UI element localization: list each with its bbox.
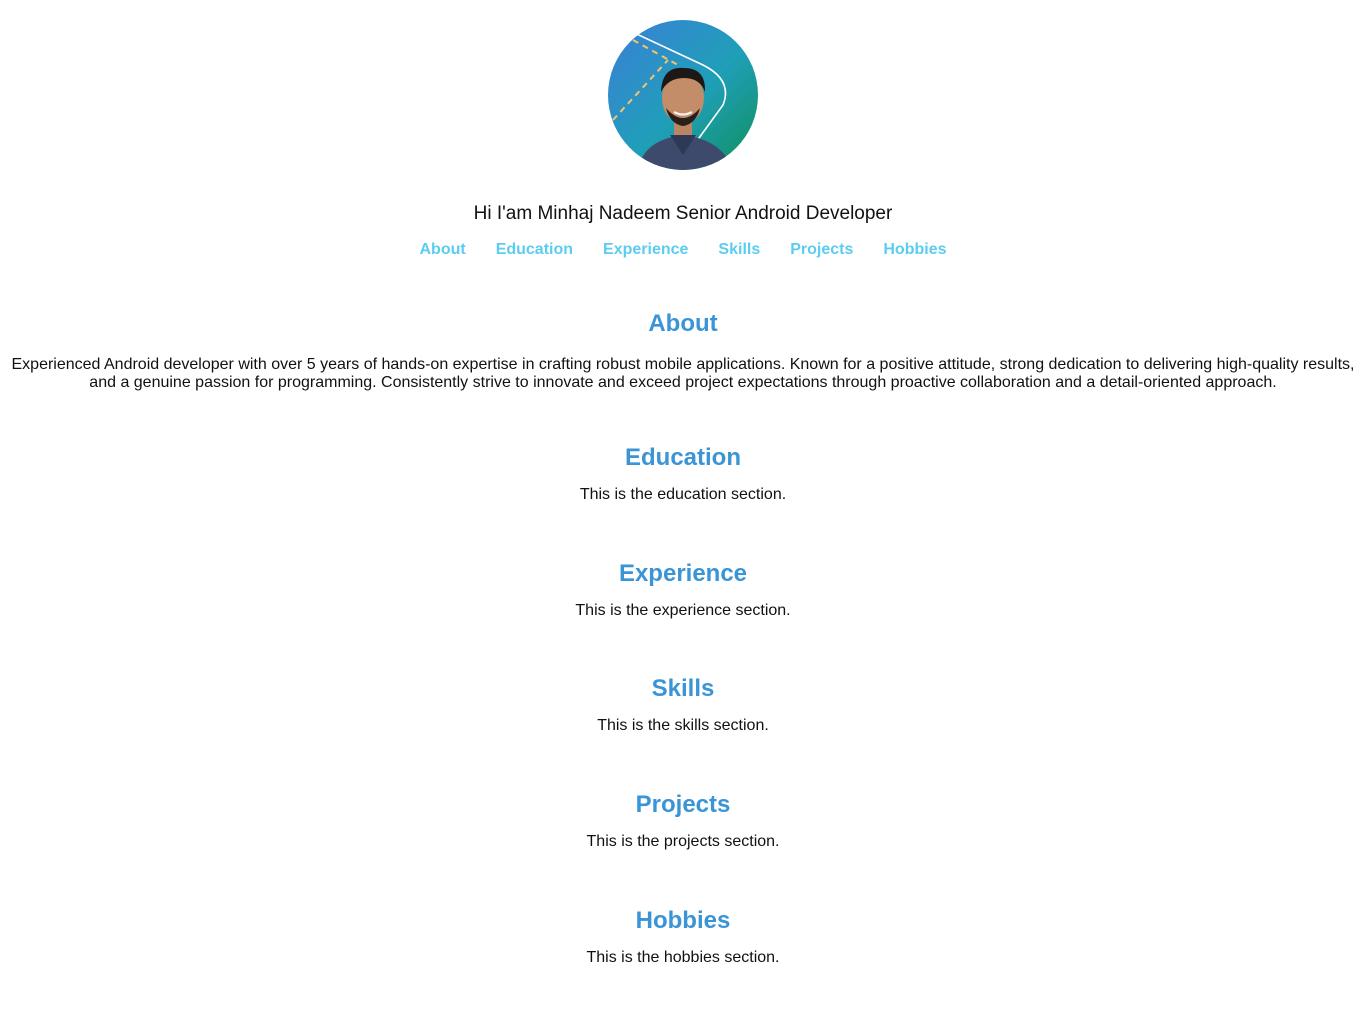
projects-heading: Projects (635, 791, 731, 818)
about-section: About Experienced Android developer with… (0, 310, 1366, 392)
hobbies-heading: Hobbies (635, 907, 731, 934)
experience-section: Experience This is the experience sectio… (0, 560, 1366, 620)
experience-body: This is the experience section. (575, 602, 791, 619)
education-body: This is the education section. (579, 486, 787, 503)
nav-link-projects[interactable]: Projects (790, 240, 853, 260)
nav-link-about[interactable]: About (419, 240, 465, 260)
about-heading: About (648, 310, 718, 337)
nav-link-hobbies[interactable]: Hobbies (883, 240, 946, 260)
about-body: Experienced Android developer with over … (11, 356, 1355, 391)
skills-body: This is the skills section. (597, 717, 769, 734)
skills-section: Skills This is the skills section. (0, 675, 1366, 735)
hobbies-body: This is the hobbies section. (586, 949, 780, 966)
profile-header (0, 20, 1366, 170)
projects-section: Projects This is the projects section. (0, 791, 1366, 851)
profile-avatar (608, 20, 758, 170)
avatar-image (608, 20, 758, 170)
section-nav: About Education Experience Skills Projec… (0, 240, 1366, 260)
skills-heading: Skills (651, 675, 715, 702)
experience-heading: Experience (618, 560, 748, 587)
nav-link-skills[interactable]: Skills (718, 240, 760, 260)
nav-link-experience[interactable]: Experience (603, 240, 688, 260)
projects-body: This is the projects section. (586, 833, 780, 850)
education-heading: Education (624, 444, 741, 471)
portfolio-page: Hi I'am Minhaj Nadeem Senior Android Dev… (0, 0, 1366, 1023)
nav-link-education[interactable]: Education (496, 240, 573, 260)
intro-headline: Hi I'am Minhaj Nadeem Senior Android Dev… (473, 203, 893, 224)
hobbies-section: Hobbies This is the hobbies section. (0, 907, 1366, 967)
education-section: Education This is the education section. (0, 444, 1366, 504)
